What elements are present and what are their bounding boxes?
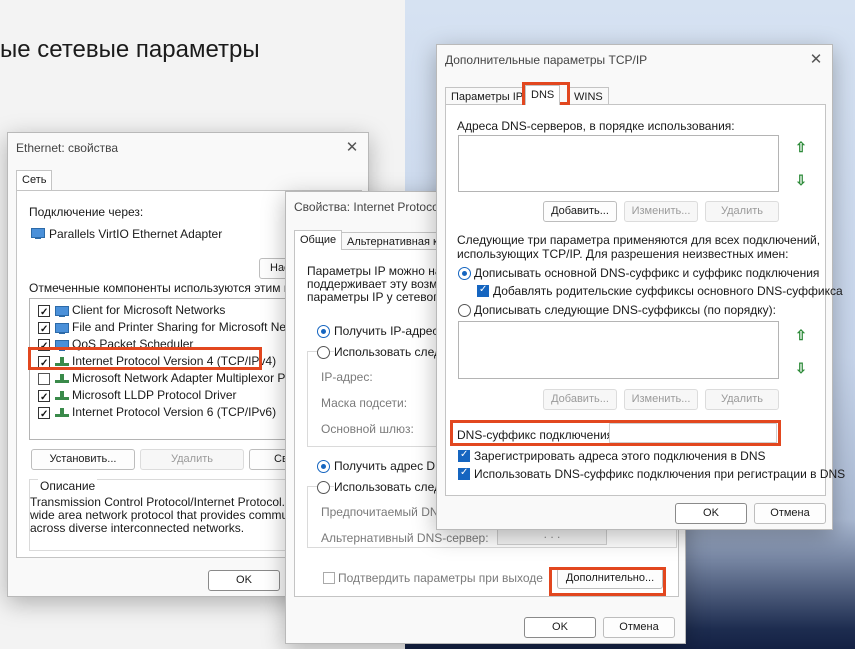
adapter-icon bbox=[31, 228, 45, 239]
auto-dns-label: Получить адрес DNS bbox=[334, 459, 452, 473]
protocol-icon bbox=[55, 408, 69, 418]
ok-button[interactable]: OK bbox=[208, 570, 280, 591]
protocol-icon bbox=[55, 391, 69, 401]
edit-suffix-button: Изменить... bbox=[624, 389, 698, 410]
suffix-highlight bbox=[450, 420, 781, 446]
register-label: Зарегистрировать адреса этого подключени… bbox=[474, 449, 766, 463]
ipv4-window-title: Свойства: Internet Protoco bbox=[294, 200, 439, 214]
move-down-icon[interactable]: ⇩ bbox=[791, 358, 811, 378]
auto-ip-radio[interactable] bbox=[317, 325, 330, 338]
ok-button[interactable]: OK bbox=[524, 617, 596, 638]
component-label: File and Printer Sharing for Microsoft N… bbox=[72, 320, 321, 334]
description-line: wide area network protocol that provides… bbox=[30, 508, 311, 522]
adapter-name: Parallels VirtIO Ethernet Adapter bbox=[31, 227, 222, 241]
components-label: Отмеченные компоненты используются этим … bbox=[29, 281, 309, 295]
append-parent-checkbox[interactable] bbox=[477, 284, 489, 297]
move-up-icon[interactable]: ⇧ bbox=[791, 137, 811, 157]
tab-dns[interactable]: DNS bbox=[525, 85, 561, 105]
close-icon[interactable]: ✕ bbox=[808, 45, 824, 75]
connect-via-label: Подключение через: bbox=[29, 205, 144, 219]
cancel-button[interactable]: Отмена bbox=[603, 617, 675, 638]
info-line: Следующие три параметра применяются для … bbox=[457, 233, 821, 247]
advanced-highlight bbox=[549, 567, 666, 596]
intro-line: Параметры IP можно назн bbox=[307, 264, 454, 278]
append-these-radio[interactable] bbox=[458, 304, 471, 317]
description-line: across diverse interconnected networks. bbox=[30, 521, 245, 535]
tab-alternate[interactable]: Альтернативная ко bbox=[341, 232, 451, 250]
manual-ip-label: Использовать следу bbox=[334, 345, 447, 359]
manual-ip-radio[interactable] bbox=[317, 346, 330, 359]
ipv4-highlight bbox=[28, 347, 262, 370]
use-suffix-checkbox[interactable] bbox=[458, 467, 470, 480]
component-label: Client for Microsoft Networks bbox=[72, 303, 226, 317]
tab-ip-settings[interactable]: Параметры IP bbox=[445, 87, 530, 104]
append-these-label: Дописывать следующие DNS-суффиксы (по по… bbox=[474, 303, 776, 317]
remove-suffix-button: Удалить bbox=[705, 389, 779, 410]
ethernet-titlebar: Ethernet: свойства ✕ bbox=[8, 133, 368, 163]
append-primary-label: Дописывать основной DNS-суффикс и суффик… bbox=[474, 266, 820, 280]
register-checkbox[interactable] bbox=[458, 449, 470, 462]
cancel-button[interactable]: Отмена bbox=[754, 503, 826, 524]
manual-dns-radio[interactable] bbox=[317, 481, 330, 494]
settings-page-title: ые сетевые параметры bbox=[0, 36, 260, 63]
description-line: Transmission Control Protocol/Internet P… bbox=[30, 495, 309, 509]
remove-dns-button: Удалить bbox=[705, 201, 779, 222]
network-icon bbox=[55, 323, 69, 334]
move-up-icon[interactable]: ⇧ bbox=[791, 325, 811, 345]
manual-dns-label: Использовать следу bbox=[334, 480, 447, 494]
install-button[interactable]: Установить... bbox=[31, 449, 135, 470]
tab-network[interactable]: Сеть bbox=[16, 170, 53, 190]
ok-button[interactable]: OK bbox=[675, 503, 747, 524]
advanced-titlebar: Дополнительные параметры TCP/IP ✕ bbox=[437, 45, 832, 75]
append-parent-label: Добавлять родительские суффиксы основног… bbox=[493, 284, 843, 298]
intro-line: параметры IP у сетевого bbox=[307, 290, 444, 304]
validate-label: Подтвердить параметры при выходе bbox=[338, 571, 543, 585]
ethernet-window-title: Ethernet: свойства bbox=[16, 141, 119, 155]
component-label: Internet Protocol Version 6 (TCP/IPv6) bbox=[72, 405, 277, 419]
remove-button: Удалить bbox=[140, 449, 244, 470]
add-suffix-button: Добавить... bbox=[543, 389, 617, 410]
close-icon[interactable]: ✕ bbox=[344, 133, 360, 163]
gateway-label: Основной шлюз: bbox=[321, 422, 414, 436]
component-checkbox[interactable] bbox=[38, 321, 50, 338]
alternate-dns-label: Альтернативный DNS-сервер: bbox=[321, 531, 489, 545]
validate-checkbox[interactable] bbox=[323, 572, 335, 584]
suffix-list[interactable] bbox=[458, 321, 779, 379]
tab-wins[interactable]: WINS bbox=[568, 87, 609, 104]
network-icon bbox=[55, 306, 69, 317]
component-checkbox[interactable] bbox=[38, 406, 50, 423]
advanced-tcpip-window: Дополнительные параметры TCP/IP ✕ Параме… bbox=[436, 44, 845, 530]
advanced-window-title: Дополнительные параметры TCP/IP bbox=[445, 53, 648, 67]
ip-address-label: IP-адрес: bbox=[321, 370, 373, 384]
auto-ip-label: Получить IP-адрес а bbox=[334, 324, 449, 338]
description-title: Описание bbox=[38, 479, 98, 493]
component-label: Microsoft LLDP Protocol Driver bbox=[72, 388, 237, 402]
subnet-mask-label: Маска подсети: bbox=[321, 396, 408, 410]
component-checkbox[interactable] bbox=[38, 373, 50, 385]
dns-servers-label: Адреса DNS-серверов, в порядке использов… bbox=[457, 119, 735, 133]
protocol-icon bbox=[55, 374, 69, 384]
intro-line: поддерживает эту возмо bbox=[307, 277, 445, 291]
component-checkbox[interactable] bbox=[38, 389, 50, 406]
append-primary-radio[interactable] bbox=[458, 267, 471, 280]
add-dns-button[interactable]: Добавить... bbox=[543, 201, 617, 222]
move-down-icon[interactable]: ⇩ bbox=[791, 170, 811, 190]
component-checkbox[interactable] bbox=[38, 304, 50, 321]
component-label: Microsoft Network Adapter Multiplexor Pr… bbox=[72, 371, 319, 385]
tab-general[interactable]: Общие bbox=[294, 230, 343, 250]
use-suffix-label: Использовать DNS-суффикс подключения при… bbox=[474, 467, 846, 481]
edit-dns-button: Изменить... bbox=[624, 201, 698, 222]
auto-dns-radio[interactable] bbox=[317, 460, 330, 473]
dns-servers-list[interactable] bbox=[458, 135, 779, 192]
info-line: использующих TCP/IP. Для разрешения неиз… bbox=[457, 247, 789, 261]
